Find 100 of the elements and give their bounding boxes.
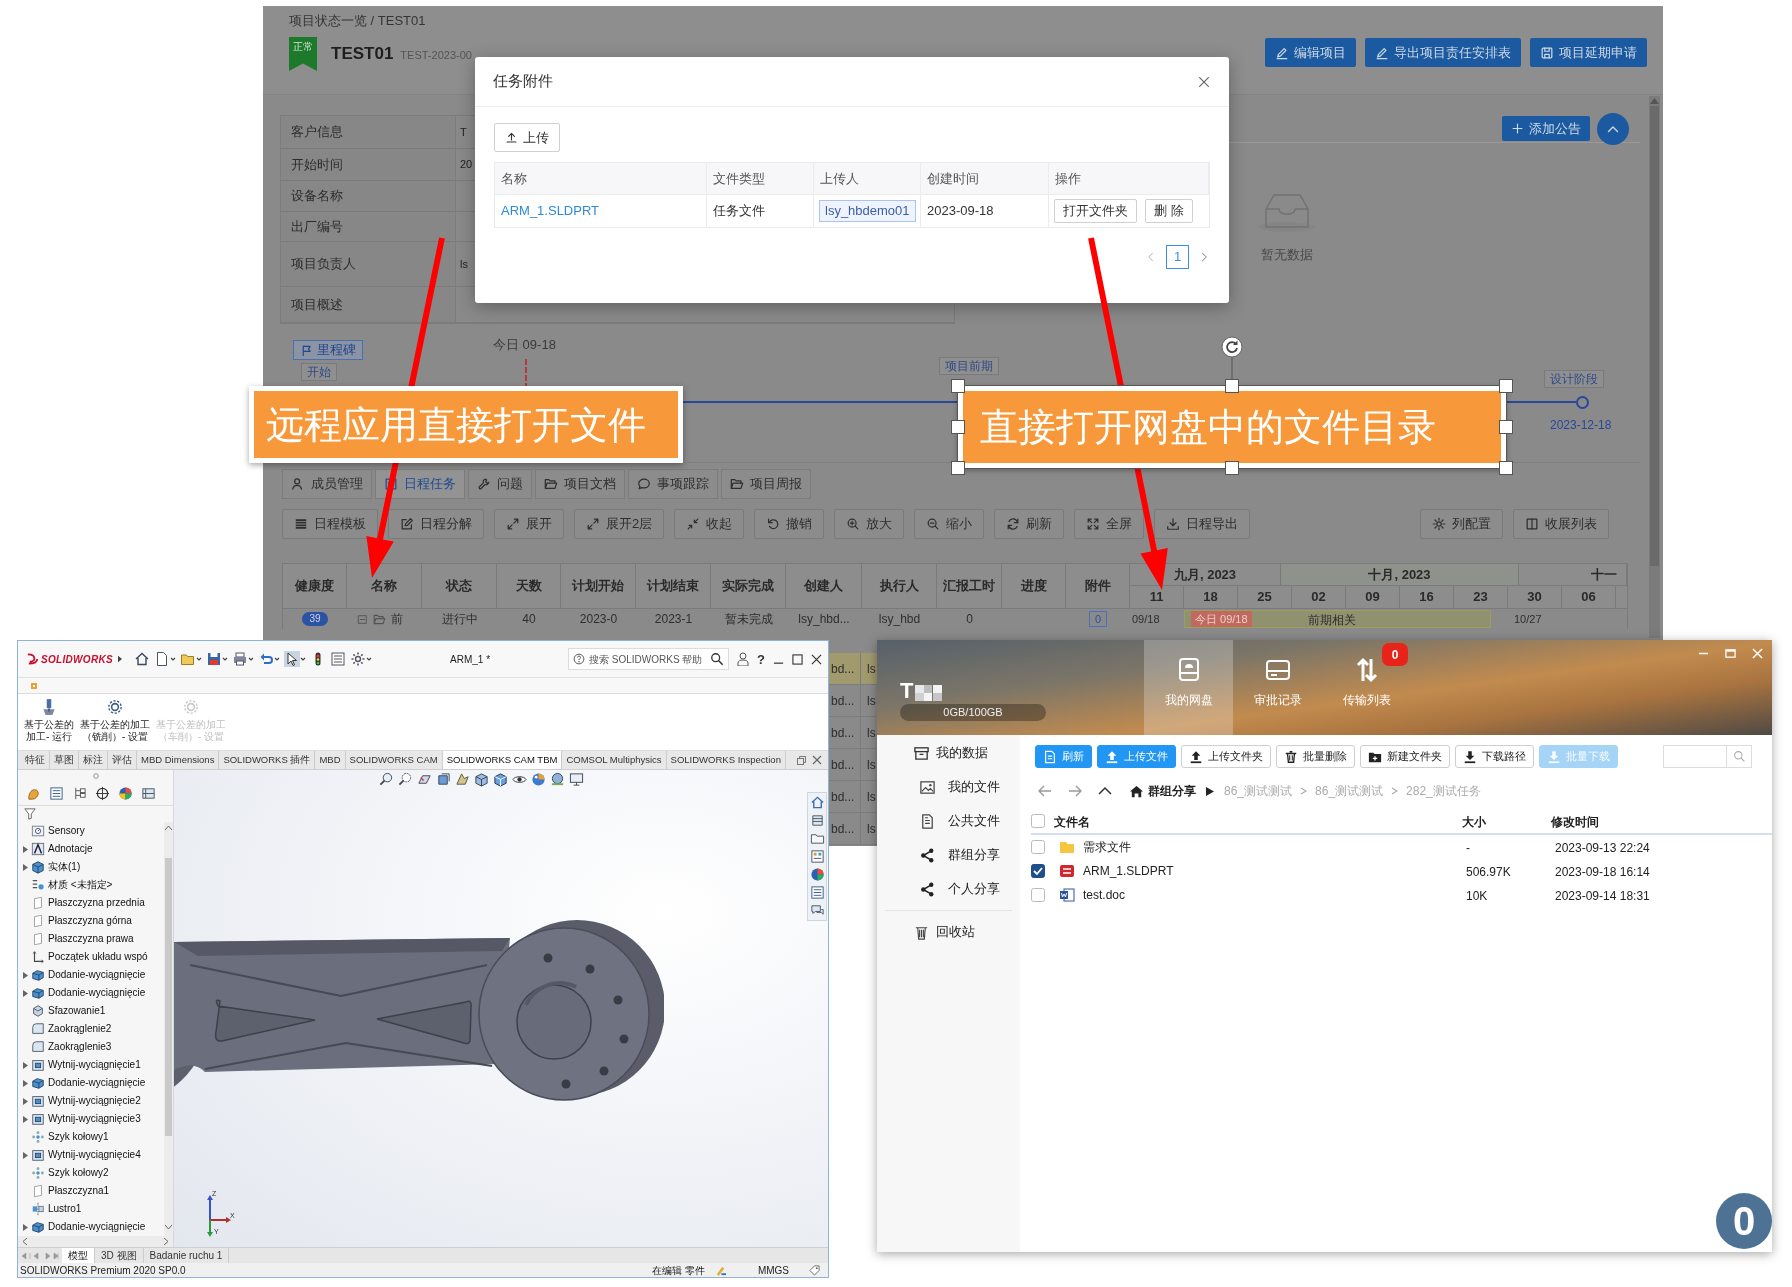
close-icon[interactable] (1197, 74, 1211, 89)
open-folder-icon[interactable] (180, 651, 202, 667)
tab[interactable]: 事项跟踪 (628, 469, 718, 499)
tab[interactable]: SOLIDWORKS Inspection (666, 751, 786, 769)
tree-item[interactable]: Płaszczyzna przednia (48, 897, 145, 909)
toolbar-button[interactable]: 收起 (674, 509, 745, 539)
toolbar-button[interactable]: 日程分解 (388, 509, 484, 539)
cam-tree-icon[interactable] (141, 786, 156, 801)
checkbox[interactable] (1031, 864, 1045, 878)
cursor-icon[interactable] (284, 651, 306, 667)
tree-item[interactable]: Sensory (48, 825, 85, 837)
resize-handle[interactable] (951, 379, 965, 393)
tag-icon[interactable] (809, 1264, 820, 1276)
action-button[interactable]: 打开文件夹 (1054, 199, 1137, 223)
settings-icon[interactable] (350, 651, 372, 667)
configuration-tree-icon[interactable] (72, 786, 87, 801)
restore-icon[interactable] (797, 755, 806, 765)
resize-handle[interactable] (1225, 461, 1239, 475)
tree-item[interactable]: Płaszczyzna prawa (48, 933, 134, 945)
appearance-sphere-icon[interactable] (531, 772, 546, 787)
checkbox[interactable] (1031, 888, 1045, 902)
add-notice-button[interactable]: 添加公告 (1502, 116, 1590, 141)
file-link[interactable]: ARM_1.SLDPRT (501, 201, 599, 221)
tab[interactable]: MBD Dimensions (137, 751, 220, 769)
collapse-handle-icon[interactable] (92, 773, 99, 779)
tree-item[interactable]: Dodanie-wyciągnięcie (48, 987, 146, 999)
close-icon[interactable] (812, 755, 822, 765)
tree-item[interactable]: Płaszczyzna górna (48, 915, 132, 927)
tree-item[interactable]: Wytnij-wyciągnięcie2 (48, 1095, 141, 1107)
toolbar-button[interactable]: 展开2层 (574, 509, 665, 539)
tree-item[interactable]: Szyk kołowy1 (48, 1131, 109, 1143)
toolbar-button[interactable]: 刷新 (994, 509, 1065, 539)
tree-item[interactable]: Zaokrąglenie3 (48, 1041, 112, 1053)
display-sphere-icon[interactable] (118, 786, 133, 801)
file-name[interactable]: ARM_1.SLDPRT (1083, 862, 1174, 880)
user-icon[interactable] (737, 652, 750, 666)
tree-item[interactable]: Lustro1 (48, 1203, 82, 1215)
parts-library-icon[interactable] (809, 813, 825, 828)
tree-item[interactable]: 实体(1) (48, 861, 81, 873)
toolbar-button[interactable]: 新建文件夹 (1360, 745, 1450, 768)
part-icon[interactable] (26, 786, 41, 801)
tree-item[interactable]: Szyk kołowy2 (48, 1167, 109, 1179)
appearance-sphere-icon[interactable] (809, 867, 825, 882)
filter-icon[interactable] (24, 808, 36, 820)
resize-handle[interactable] (1225, 379, 1239, 393)
toolbar-button[interactable]: 列配置 (1420, 509, 1503, 539)
tab[interactable]: SOLIDWORKS CAM (345, 751, 443, 769)
folder-icon[interactable] (809, 831, 825, 846)
rotate-handle-icon[interactable] (1221, 336, 1243, 379)
action-button[interactable]: 项目延期申请 (1530, 38, 1647, 67)
save-icon[interactable] (206, 651, 228, 667)
units-button[interactable]: MMGS (757, 1262, 789, 1277)
zoom-area-icon[interactable] (398, 772, 413, 787)
sidebar-item[interactable]: 群组分享 (877, 838, 1020, 872)
close-icon[interactable] (811, 653, 822, 665)
forward-arrow-icon[interactable] (1067, 783, 1083, 799)
tab[interactable]: SOLIDWORKS CAM TBM (442, 751, 563, 769)
expand-arrow-icon[interactable] (22, 1097, 28, 1105)
tab[interactable]: 成员管理 (282, 469, 372, 499)
toolbar-button[interactable]: 批量删除 (1276, 745, 1355, 768)
toolbar-button[interactable]: 日程导出 (1154, 509, 1251, 539)
expand-arrow-icon[interactable] (22, 1079, 28, 1087)
nav-tab[interactable]: 传输列表 0 (1322, 640, 1411, 735)
tree-item[interactable]: Początek układu wspó (48, 951, 148, 963)
display-style-icon[interactable] (493, 772, 508, 787)
tab[interactable]: 草图 (50, 751, 79, 769)
tree-item[interactable]: Płaszczyzna1 (48, 1185, 110, 1197)
monitor-icon[interactable] (569, 772, 584, 787)
action-button[interactable]: 编辑项目 (1265, 38, 1356, 67)
sidebar-item[interactable]: 我的文件 (877, 770, 1020, 804)
tab[interactable]: 评估 (108, 751, 137, 769)
action-button[interactable]: 导出项目责任安排表 (1365, 38, 1521, 67)
back-arrow-icon[interactable] (1037, 783, 1053, 799)
tree-item[interactable]: Dodanie-wyciągnięcie (48, 969, 146, 981)
view-orientation-icon[interactable] (474, 772, 489, 787)
sidebar-item[interactable]: 我的数据 (877, 736, 1020, 770)
tree-item[interactable]: Dodanie-wyciągnięcie (48, 1077, 146, 1089)
command-button[interactable]: 基于公差的加工（铣削）- 设置 (79, 698, 151, 743)
search-field[interactable] (1663, 745, 1752, 768)
tab[interactable]: 项目文档 (535, 469, 625, 499)
upload-button[interactable]: 上传 (494, 123, 560, 152)
scrollbar-thumb[interactable] (1650, 106, 1659, 566)
sidebar-item[interactable]: 回收站 (877, 915, 1020, 949)
tree-item[interactable]: Wytnij-wyciągnięcie1 (48, 1059, 141, 1071)
toolbar-button[interactable]: 缩小 (914, 509, 985, 539)
toolbar-button[interactable]: 日程模板 (282, 509, 378, 539)
home-icon[interactable] (1129, 783, 1144, 799)
file-name[interactable]: test.doc (1083, 886, 1126, 904)
tab[interactable]: SOLIDWORKS 插件 (219, 751, 316, 769)
tree-item[interactable]: Wytnij-wyciągnięcie3 (48, 1113, 141, 1125)
tab[interactable]: 特征 (21, 751, 50, 769)
command-button[interactable]: 基于公差的加工- 运行 (23, 698, 75, 743)
expand-arrow-icon[interactable] (22, 971, 28, 979)
tab[interactable]: 问题 (468, 469, 532, 499)
checkbox[interactable] (1031, 840, 1045, 854)
toolbar-button[interactable]: 全屏 (1074, 509, 1145, 539)
search-field[interactable]: 搜索 SOLIDWORKS 帮助 (568, 648, 730, 670)
resize-handle[interactable] (951, 420, 965, 434)
file-name[interactable]: 需求文件 (1083, 838, 1131, 856)
tree-item[interactable]: Sfazowanie1 (48, 1005, 106, 1017)
